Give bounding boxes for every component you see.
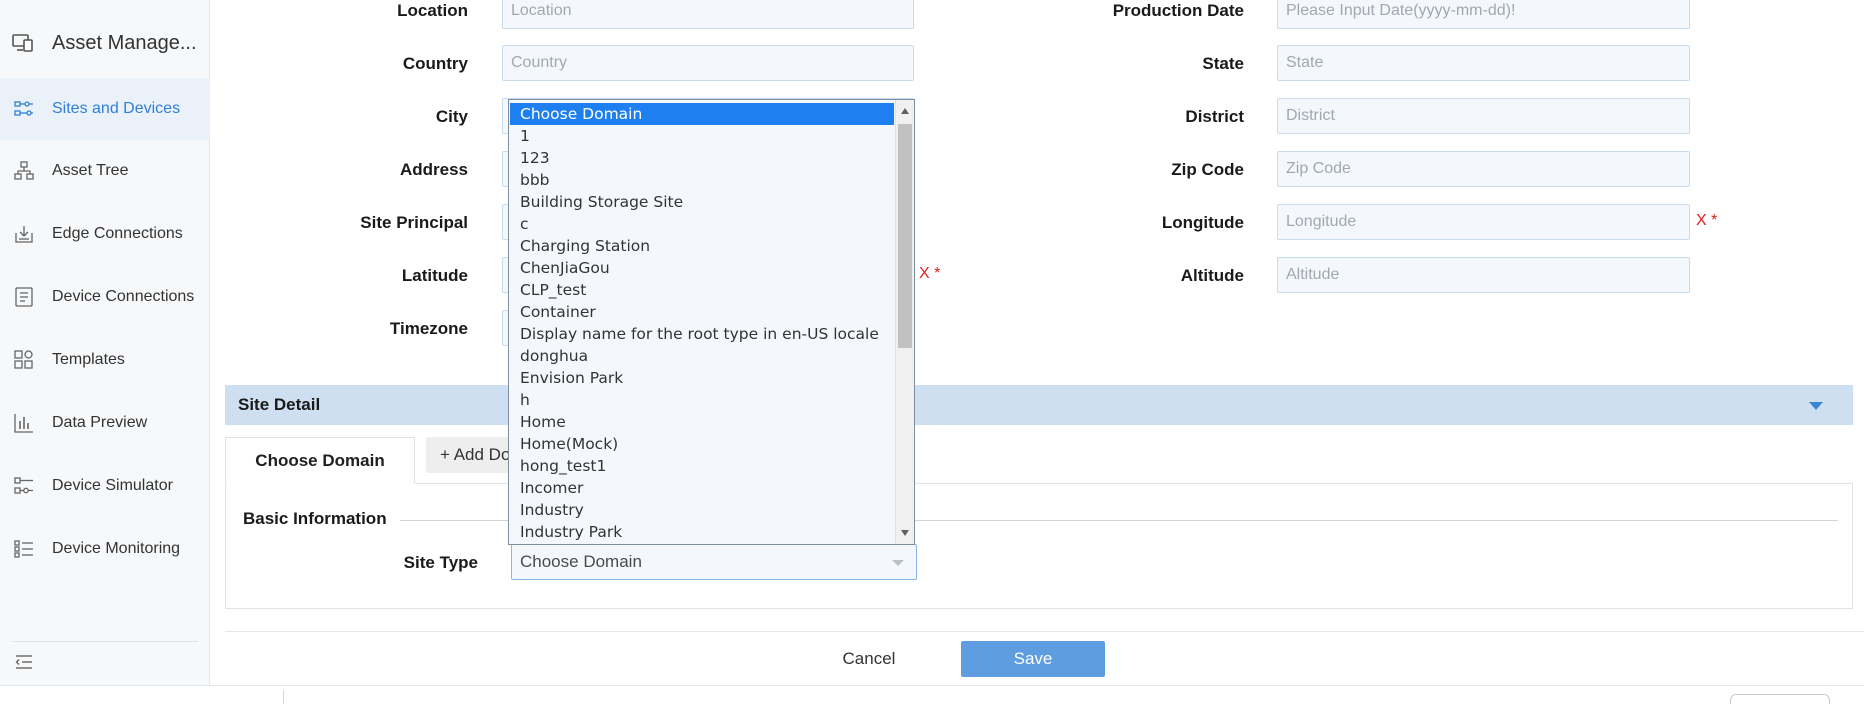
sidebar-item-device-connections[interactable]: Device Connections (0, 266, 210, 328)
dropdown-option[interactable]: 123 (510, 147, 894, 169)
sidebar-item-edge-connections[interactable]: Edge Connections (0, 203, 210, 265)
tab-panel (225, 483, 1853, 609)
domain-dropdown-list[interactable]: Choose Domain 1 123 bbb Building Storage Sit… (508, 99, 915, 545)
bottom-separator (283, 690, 284, 704)
longitude-field[interactable] (1277, 204, 1690, 240)
scroll-down-icon[interactable] (901, 530, 909, 536)
dropdown-option[interactable]: 1 (510, 125, 894, 147)
basic-information-title: Basic Information (243, 509, 387, 528)
sidebar-item-label: Edge Connections (52, 225, 183, 242)
dropdown-option[interactable]: Home(Mock) (510, 433, 894, 455)
state-label: State (1202, 54, 1244, 73)
dropdown-option[interactable]: Charging Station (510, 235, 894, 257)
dropdown-option[interactable]: Industry Park (510, 521, 894, 543)
dropdown-option[interactable]: bbb (510, 169, 894, 191)
dropdown-option[interactable]: Industry (510, 499, 894, 521)
district-label: District (1185, 107, 1244, 126)
device-connections-icon (15, 287, 33, 307)
site-type-select[interactable]: Choose Domain (511, 544, 917, 580)
longitude-label: Longitude (1161, 213, 1244, 232)
app-title-text: Asset Manage... (52, 31, 197, 54)
sidebar-item-device-simulator[interactable]: Device Simulator (0, 455, 210, 517)
sidebar-item-device-monitoring[interactable]: Device Monitoring (0, 518, 210, 580)
data-preview-icon (14, 414, 33, 433)
chevron-down-icon (892, 560, 904, 566)
sidebar-item-asset-tree[interactable]: Asset Tree (0, 140, 210, 202)
bottom-strip (0, 685, 1864, 704)
sidebar-item-sites-and-devices[interactable]: Sites and Devices (0, 78, 210, 140)
device-simulator-icon (14, 477, 33, 494)
longitude-required-mark: X * (1696, 212, 1718, 229)
asset-tree-icon (14, 161, 34, 180)
country-field[interactable] (502, 45, 914, 81)
dropdown-option[interactable]: Envision Park (510, 367, 894, 389)
district-field[interactable] (1277, 98, 1690, 134)
location-label: Location (397, 1, 468, 20)
zip-code-field[interactable] (1277, 151, 1690, 187)
sidebar-item-label: Device Monitoring (52, 540, 181, 557)
footer-divider (225, 631, 1864, 632)
app-title[interactable]: Asset Manage... (0, 0, 210, 86)
sidebar-item-data-preview[interactable]: Data Preview (0, 392, 210, 454)
dropdown-option[interactable]: Container (510, 301, 894, 323)
dropdown-option[interactable]: hong_test1 (510, 455, 894, 477)
site-detail-bar[interactable]: Site Detail (225, 385, 1853, 425)
tab-choose-domain[interactable]: Choose Domain (225, 437, 415, 484)
dropdown-option[interactable]: Incomer (510, 477, 894, 499)
address-label: Address (399, 160, 468, 179)
altitude-field[interactable] (1277, 257, 1690, 293)
latitude-required-mark: X * (919, 265, 941, 282)
sidebar-item-label: Data Preview (52, 414, 148, 431)
dropdown-option[interactable]: Choose Domain (510, 103, 894, 125)
sidebar: Asset Manage... Sites and Devices Asset (0, 0, 210, 704)
device-monitoring-icon (14, 540, 33, 558)
sidebar-item-label: Device Simulator (52, 477, 173, 494)
location-field[interactable] (502, 0, 914, 29)
dropdown-option[interactable]: Building Storage Site (510, 191, 894, 213)
bottom-tab[interactable] (1730, 694, 1830, 704)
save-button[interactable]: Save (961, 641, 1105, 677)
sidebar-item-label: Templates (52, 351, 125, 368)
dropdown-option[interactable]: Display name for the root type in en-US … (510, 323, 894, 345)
dropdown-scrollbar[interactable] (895, 100, 914, 544)
sidebar-item-label: Sites and Devices (52, 100, 181, 117)
site-type-label: Site Type (403, 553, 478, 572)
state-field[interactable] (1277, 45, 1690, 81)
dropdown-option[interactable]: c (510, 213, 894, 235)
sites-devices-icon (14, 101, 33, 116)
sidebar-divider (12, 641, 198, 642)
dropdown-option[interactable]: ChenJiaGou (510, 257, 894, 279)
production-date-field[interactable] (1277, 0, 1690, 29)
dropdown-option[interactable]: h (510, 389, 894, 411)
sidebar-item-templates[interactable]: Templates (0, 329, 210, 391)
sidebar-item-label: Asset Tree (52, 162, 129, 179)
altitude-label: Altitude (1180, 266, 1244, 285)
country-label: Country (402, 54, 468, 73)
asset-manager-icon (12, 34, 33, 52)
zip-code-label: Zip Code (1171, 160, 1244, 179)
scroll-up-icon[interactable] (901, 108, 909, 114)
dropdown-option[interactable]: donghua (510, 345, 894, 367)
cancel-button[interactable]: Cancel (820, 641, 918, 677)
site-detail-title: Site Detail (238, 395, 321, 414)
site-type-value: Choose Domain (520, 552, 642, 571)
dropdown-option[interactable]: Home (510, 411, 894, 433)
dropdown-options: Choose Domain 1 123 bbb Building Storage Sit… (510, 103, 894, 543)
dropdown-option[interactable]: CLP_test (510, 279, 894, 301)
page-root: Asset Manage... Sites and Devices Asset (0, 0, 1864, 704)
caret-down-icon[interactable] (1809, 402, 1823, 410)
scrollbar-thumb[interactable] (898, 124, 912, 348)
city-label: City (435, 107, 468, 126)
sidebar-item-label: Device Connections (52, 288, 195, 305)
latitude-label: Latitude (401, 266, 468, 285)
collapse-menu-icon[interactable] (14, 652, 34, 672)
site-principal-label: Site Principal (360, 213, 468, 232)
edge-connections-icon (15, 226, 33, 243)
production-date-label: Production Date (1112, 1, 1244, 20)
timezone-label: Timezone (389, 319, 468, 338)
templates-icon (14, 350, 33, 369)
